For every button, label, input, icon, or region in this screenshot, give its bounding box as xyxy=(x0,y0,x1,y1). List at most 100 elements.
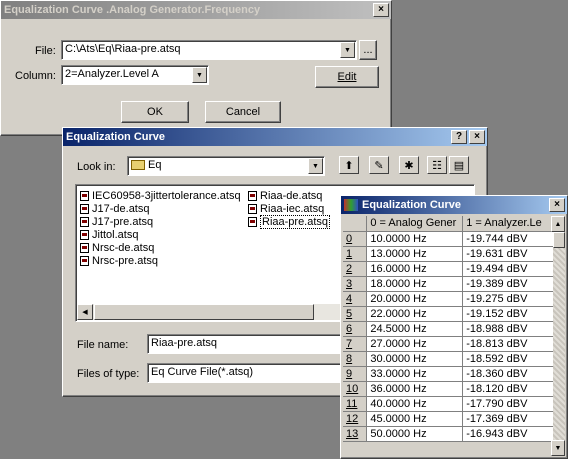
row-header[interactable]: 1 xyxy=(343,246,368,262)
files-of-type-label: Files of type: xyxy=(77,368,140,380)
frequency-cell[interactable]: 50.0000 Hz xyxy=(366,426,464,442)
frequency-cell[interactable]: 10.0000 Hz xyxy=(366,231,464,247)
chevron-down-icon[interactable]: ▼ xyxy=(308,158,323,174)
level-cell[interactable]: -19.494 dBV xyxy=(462,261,555,277)
table-row[interactable]: 10 36.0000 Hz -18.120 dBV xyxy=(343,381,555,397)
frequency-cell[interactable]: 13.0000 Hz xyxy=(366,246,464,262)
scroll-down-icon[interactable]: ▼ xyxy=(551,440,565,456)
list-view-icon[interactable]: ☷ xyxy=(427,156,447,174)
level-cell[interactable]: -19.631 dBV xyxy=(462,246,555,262)
table-row[interactable]: 6 24.5000 Hz -18.988 dBV xyxy=(343,321,555,337)
table-row[interactable]: 11 40.0000 Hz -17.790 dBV xyxy=(343,396,555,412)
up-folder-icon[interactable]: ⬆ xyxy=(339,156,359,174)
level-cell[interactable]: -19.744 dBV xyxy=(462,231,555,247)
column-combo[interactable]: 2=Analyzer.Level A ▼ xyxy=(61,65,209,85)
frequency-cell[interactable]: 36.0000 Hz xyxy=(366,381,464,397)
curve-titlebar[interactable]: Equalization Curve × xyxy=(341,196,567,214)
table-row[interactable]: 5 22.0000 Hz -19.152 dBV xyxy=(343,306,555,322)
table-row[interactable]: 7 27.0000 Hz -18.813 dBV xyxy=(343,336,555,352)
level-cell[interactable]: -17.369 dBV xyxy=(462,411,555,427)
file-item[interactable]: Jittol.atsq xyxy=(80,228,138,241)
table-row[interactable]: 4 20.0000 Hz -19.275 dBV xyxy=(343,291,555,307)
row-header[interactable]: 10 xyxy=(343,381,368,397)
frequency-cell[interactable]: 30.0000 Hz xyxy=(366,351,464,367)
file-item[interactable]: Riaa-de.atsq xyxy=(248,189,322,202)
scroll-thumb[interactable] xyxy=(553,232,565,248)
help-button[interactable]: ? xyxy=(451,130,467,144)
level-cell[interactable]: -16.943 dBV xyxy=(462,426,555,442)
level-cell[interactable]: -18.813 dBV xyxy=(462,336,555,352)
column-value: 2=Analyzer.Level A xyxy=(65,68,159,80)
look-in-combo[interactable]: Eq ▼ xyxy=(127,156,325,176)
table-row[interactable]: 3 18.0000 Hz -19.389 dBV xyxy=(343,276,555,292)
frequency-cell[interactable]: 16.0000 Hz xyxy=(366,261,464,277)
details-view-icon[interactable]: ▤ xyxy=(449,156,469,174)
row-header[interactable]: 0 xyxy=(343,231,368,247)
main-titlebar[interactable]: Equalization Curve .Analog Generator.Fre… xyxy=(1,1,391,19)
file-name-input[interactable]: Riaa-pre.atsq xyxy=(147,334,347,354)
row-header[interactable]: 5 xyxy=(343,306,368,322)
frequency-cell[interactable]: 18.0000 Hz xyxy=(366,276,464,292)
row-header[interactable]: 11 xyxy=(343,396,368,412)
scroll-left-icon[interactable]: ◀ xyxy=(77,304,93,320)
level-cell[interactable]: -18.120 dBV xyxy=(462,381,555,397)
table-row[interactable]: 2 16.0000 Hz -19.494 dBV xyxy=(343,261,555,277)
ok-button[interactable]: OK xyxy=(121,101,189,123)
browse-button[interactable]: ... xyxy=(359,40,377,60)
file-item[interactable]: Nrsc-de.atsq xyxy=(80,241,154,254)
row-header[interactable]: 7 xyxy=(343,336,368,352)
level-cell[interactable]: -19.275 dBV xyxy=(462,291,555,307)
new-folder-icon[interactable]: ✱ xyxy=(399,156,419,174)
desktop-icon[interactable]: ✎ xyxy=(369,156,389,174)
row-header[interactable]: 8 xyxy=(343,351,368,367)
column-header[interactable]: 0 = Analog Gener xyxy=(366,216,464,232)
table-row[interactable]: 13 50.0000 Hz -16.943 dBV xyxy=(343,426,555,442)
curve-close-button[interactable]: × xyxy=(549,198,565,212)
level-cell[interactable]: -19.152 dBV xyxy=(462,306,555,322)
row-header[interactable]: 3 xyxy=(343,276,368,292)
row-header[interactable]: 9 xyxy=(343,366,368,382)
frequency-cell[interactable]: 20.0000 Hz xyxy=(366,291,464,307)
file-item[interactable]: J17-de.atsq xyxy=(80,202,149,215)
level-cell[interactable]: -18.988 dBV xyxy=(462,321,555,337)
column-header[interactable]: 1 = Analyzer.Le xyxy=(462,216,555,232)
row-header[interactable]: 13 xyxy=(343,426,368,442)
table-row[interactable]: 0 10.0000 Hz -19.744 dBV xyxy=(343,231,555,247)
table-row[interactable]: 1 13.0000 Hz -19.631 dBV xyxy=(343,246,555,262)
dialog-titlebar[interactable]: Equalization Curve ? × xyxy=(63,128,487,146)
row-header[interactable]: 6 xyxy=(343,321,368,337)
cancel-button[interactable]: Cancel xyxy=(205,101,281,123)
frequency-cell[interactable]: 24.5000 Hz xyxy=(366,321,464,337)
chevron-down-icon[interactable]: ▼ xyxy=(192,67,207,83)
file-item[interactable]: Nrsc-pre.atsq xyxy=(80,254,158,267)
file-item-selected[interactable]: Riaa-pre.atsq xyxy=(248,214,331,229)
frequency-cell[interactable]: 45.0000 Hz xyxy=(366,411,464,427)
table-row[interactable]: 8 30.0000 Hz -18.592 dBV xyxy=(343,351,555,367)
curve-data-table[interactable]: 0 = Analog Gener 1 = Analyzer.Le 0 10.000… xyxy=(343,216,555,442)
table-row[interactable]: 9 33.0000 Hz -18.360 dBV xyxy=(343,366,555,382)
edit-button[interactable]: Edit xyxy=(315,66,379,88)
scroll-up-icon[interactable]: ▲ xyxy=(551,216,565,232)
frequency-cell[interactable]: 27.0000 Hz xyxy=(366,336,464,352)
file-item[interactable]: IEC60958-3jittertolerance.atsq xyxy=(80,189,241,202)
level-cell[interactable]: -19.389 dBV xyxy=(462,276,555,292)
row-header[interactable]: 12 xyxy=(343,411,368,427)
file-path-combo[interactable]: C:\Ats\Eq\Riaa-pre.atsq ▼ xyxy=(61,40,357,60)
scroll-thumb[interactable] xyxy=(94,304,314,320)
main-close-button[interactable]: × xyxy=(373,3,389,17)
chevron-down-icon[interactable]: ▼ xyxy=(340,42,355,58)
table-row[interactable]: 12 45.0000 Hz -17.369 dBV xyxy=(343,411,555,427)
dialog-close-button[interactable]: × xyxy=(469,130,485,144)
file-item[interactable]: J17-pre.atsq xyxy=(80,215,153,228)
file-item[interactable]: Riaa-iec.atsq xyxy=(248,202,324,215)
vertical-scrollbar[interactable]: ▲ ▼ xyxy=(551,216,565,456)
row-header[interactable]: 4 xyxy=(343,291,368,307)
level-cell[interactable]: -18.360 dBV xyxy=(462,366,555,382)
files-of-type-combo[interactable]: Eq Curve File(*.atsq) xyxy=(147,363,347,383)
frequency-cell[interactable]: 33.0000 Hz xyxy=(366,366,464,382)
level-cell[interactable]: -18.592 dBV xyxy=(462,351,555,367)
level-cell[interactable]: -17.790 dBV xyxy=(462,396,555,412)
frequency-cell[interactable]: 40.0000 Hz xyxy=(366,396,464,412)
row-header[interactable]: 2 xyxy=(343,261,368,277)
frequency-cell[interactable]: 22.0000 Hz xyxy=(366,306,464,322)
